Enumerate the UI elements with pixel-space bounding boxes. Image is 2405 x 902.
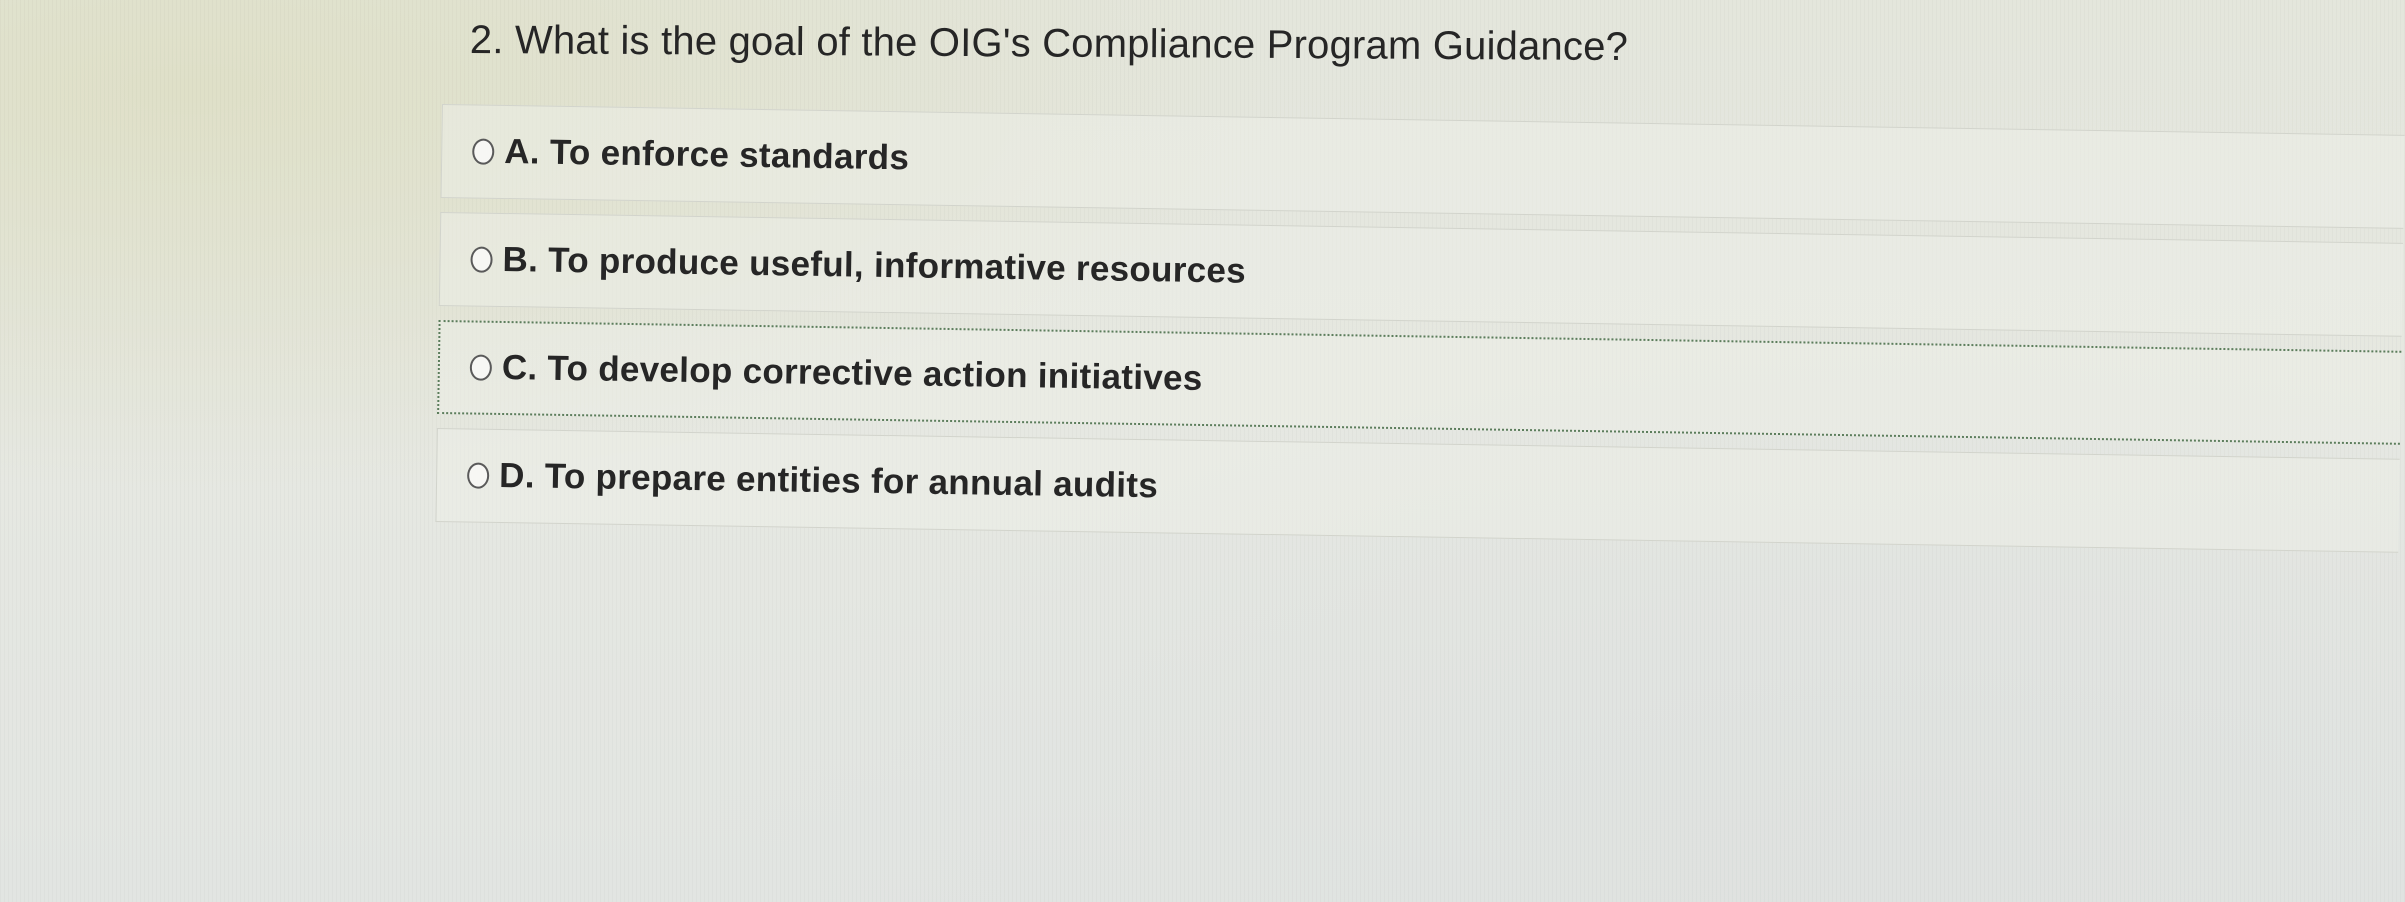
option-a[interactable]: A. To enforce standards xyxy=(440,104,2405,229)
radio-button-a[interactable] xyxy=(472,138,495,165)
option-c-label[interactable]: C. To develop corrective action initiati… xyxy=(502,348,1203,399)
option-b[interactable]: B. To produce useful, informative resour… xyxy=(438,211,2404,337)
option-d-label[interactable]: D. To prepare entities for annual audits xyxy=(499,456,1158,506)
radio-button-c[interactable] xyxy=(469,354,493,381)
question-number: 2. xyxy=(469,18,504,63)
option-b-label[interactable]: B. To produce useful, informative resour… xyxy=(502,240,1246,292)
radio-button-b[interactable] xyxy=(470,246,493,273)
radio-button-d[interactable] xyxy=(466,462,490,489)
option-a-label[interactable]: A. To enforce standards xyxy=(504,132,910,178)
question-text: What is the goal of the OIG's Compliance… xyxy=(514,18,1629,70)
question-heading: 2. What is the goal of the OIG's Complia… xyxy=(470,18,1628,70)
answer-options: A. To enforce standards B. To produce us… xyxy=(435,104,2405,567)
option-c[interactable]: C. To develop corrective action initiati… xyxy=(437,319,2402,445)
option-d[interactable]: D. To prepare entities for annual audits xyxy=(435,427,2400,553)
